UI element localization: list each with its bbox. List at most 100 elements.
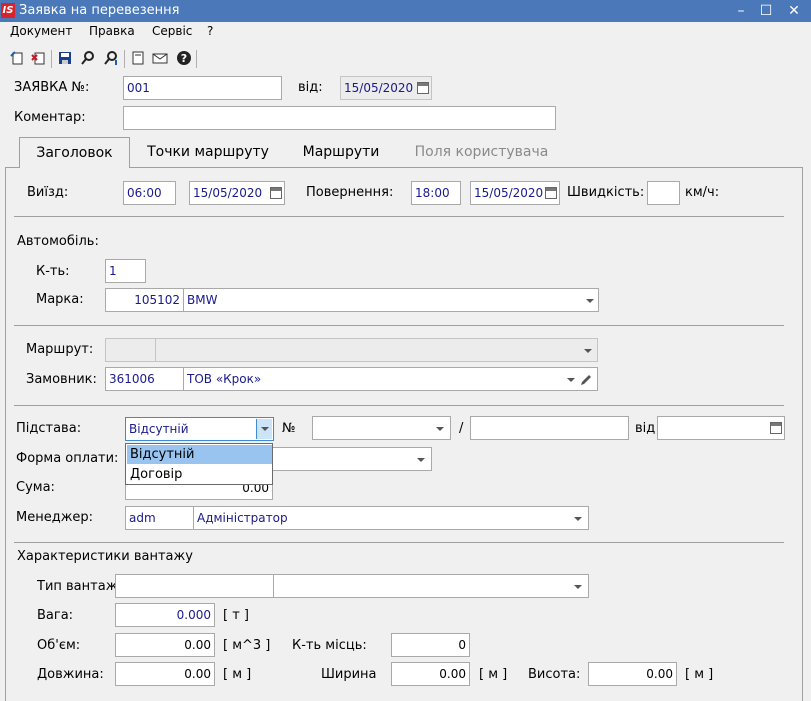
tab-route-points[interactable]: Точки маршруту	[137, 137, 279, 168]
payment-form-label: Форма оплати:	[16, 451, 119, 466]
mail-icon[interactable]	[152, 50, 168, 66]
return-date-input[interactable]: 15/05/2020	[470, 181, 560, 205]
departure-date-input[interactable]: 15/05/2020	[189, 181, 285, 205]
volume-input[interactable]: 0.00	[115, 633, 215, 657]
delete-doc-icon[interactable]	[31, 50, 47, 66]
manager-select[interactable]: Адміністратор	[193, 506, 589, 530]
chevron-down-icon[interactable]	[567, 378, 575, 382]
basis-number-select[interactable]	[312, 416, 451, 440]
tab-header[interactable]: Заголовок	[19, 137, 130, 168]
chevron-down-icon[interactable]	[574, 585, 582, 589]
save-icon[interactable]	[57, 50, 73, 66]
manager-label: Менеджер:	[16, 510, 94, 525]
manager-code-input[interactable]: adm	[125, 506, 194, 530]
chevron-down-icon[interactable]	[574, 517, 582, 521]
manager-value: Адміністратор	[197, 511, 288, 525]
basis-date-label: від	[635, 421, 656, 436]
cargo-type-code-input[interactable]	[115, 574, 275, 598]
speed-unit: км/ч:	[685, 185, 720, 200]
app-logo: IS	[1, 3, 15, 18]
speed-label: Швидкість:	[567, 185, 645, 200]
basis-slash: /	[459, 421, 464, 436]
search-icon[interactable]	[80, 50, 96, 66]
request-number-input[interactable]: 001	[123, 76, 282, 100]
toolbar-separator	[196, 50, 197, 68]
comment-input[interactable]	[123, 106, 556, 130]
weight-label: Вага:	[37, 608, 74, 623]
route-select[interactable]	[155, 338, 598, 362]
customer-select[interactable]: ТОВ «Крок»	[183, 367, 598, 391]
weight-unit: [ т ]	[223, 608, 249, 623]
close-button[interactable]: ✕	[783, 2, 805, 20]
tab-user-fields[interactable]: Поля користувача	[404, 137, 559, 168]
places-label: К-ть місць:	[292, 638, 367, 653]
chevron-down-icon[interactable]	[417, 458, 425, 462]
car-count-label: К-ть:	[36, 264, 70, 279]
menu-document[interactable]: Документ	[10, 24, 72, 38]
window-title: Заявка на перевезення	[19, 3, 180, 18]
route-label: Маршрут:	[26, 342, 94, 357]
menu-service[interactable]: Сервіс	[152, 24, 192, 38]
divider	[14, 405, 784, 406]
dropdown-option-absent[interactable]: Відсутній	[127, 445, 272, 464]
divider	[14, 542, 784, 543]
chevron-down-icon[interactable]	[436, 427, 444, 431]
route-code-input[interactable]	[105, 338, 156, 362]
request-date-value: 15/05/2020	[344, 81, 414, 95]
calendar-icon[interactable]	[417, 82, 429, 94]
car-brand-select[interactable]: BMW	[183, 288, 599, 312]
help-icon[interactable]: ?	[176, 50, 192, 66]
request-number-label: ЗАЯВКА №:	[14, 80, 90, 95]
calendar-icon[interactable]	[270, 187, 282, 199]
find-next-icon[interactable]	[103, 50, 119, 66]
cargo-type-select[interactable]	[273, 574, 589, 598]
volume-unit: [ м^3 ]	[223, 638, 271, 653]
return-date-value: 15/05/2020	[474, 186, 544, 200]
chevron-down-icon[interactable]	[586, 299, 594, 303]
places-input[interactable]: 0	[391, 633, 470, 657]
menu-edit[interactable]: Правка	[89, 24, 135, 38]
chevron-down-icon[interactable]	[584, 349, 592, 353]
calendar-icon[interactable]	[545, 187, 557, 199]
request-date-input[interactable]: 15/05/2020	[340, 76, 432, 100]
maximize-button[interactable]: ☐	[755, 2, 777, 20]
edit-pencil-icon[interactable]	[579, 373, 593, 387]
customer-label: Замовник:	[26, 372, 97, 387]
minimize-button[interactable]: –	[730, 2, 752, 20]
tab-routes[interactable]: Маршрути	[290, 137, 392, 168]
car-count-input[interactable]: 1	[105, 259, 146, 283]
customer-code-input[interactable]: 361006	[105, 367, 184, 391]
customer-value: ТОВ «Крок»	[187, 372, 262, 386]
speed-input[interactable]	[647, 181, 680, 205]
basis-label: Підстава:	[16, 421, 82, 436]
return-label: Повернення:	[306, 185, 394, 200]
basis-dropdown-button[interactable]	[256, 419, 272, 439]
car-brand-value: BMW	[187, 293, 218, 307]
departure-time-input[interactable]: 06:00	[123, 181, 176, 205]
width-label: Ширина	[321, 667, 377, 682]
width-unit: [ м ]	[479, 667, 508, 682]
width-input[interactable]: 0.00	[391, 662, 470, 686]
length-input[interactable]: 0.00	[115, 662, 215, 686]
height-label: Висота:	[528, 667, 581, 682]
return-time-input[interactable]: 18:00	[411, 181, 461, 205]
basis-select[interactable]: Відсутній	[125, 417, 274, 441]
dropdown-option-contract[interactable]: Договір	[127, 465, 272, 484]
menu-help[interactable]: ?	[207, 24, 213, 38]
page-icon[interactable]	[130, 50, 146, 66]
car-brand-code-input[interactable]: 105102	[105, 288, 184, 312]
departure-label: Виїзд:	[27, 185, 69, 200]
basis-dropdown-list: Відсутній Договір	[125, 443, 273, 485]
new-doc-icon[interactable]	[9, 50, 25, 66]
basis-number-extra-input[interactable]	[470, 416, 629, 440]
calendar-icon[interactable]	[770, 422, 782, 434]
departure-date-value: 15/05/2020	[193, 186, 263, 200]
toolbar: ?	[0, 42, 811, 74]
basis-number-label: №	[282, 421, 296, 436]
basis-value: Відсутній	[129, 422, 189, 436]
weight-input[interactable]: 0.000	[115, 603, 215, 627]
height-input[interactable]: 0.00	[588, 662, 677, 686]
length-unit: [ м ]	[223, 667, 252, 682]
title-bar: IS Заявка на перевезення – ☐ ✕	[0, 0, 811, 22]
basis-date-input[interactable]	[657, 416, 785, 440]
